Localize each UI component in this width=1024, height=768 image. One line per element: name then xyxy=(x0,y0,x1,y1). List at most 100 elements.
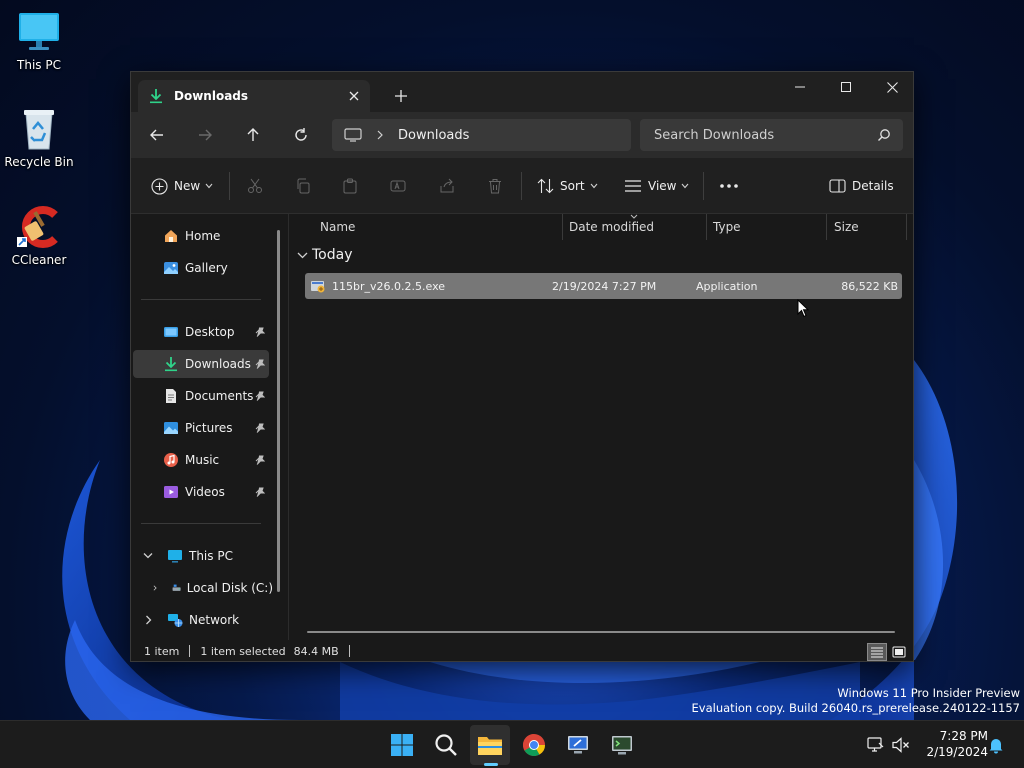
sidebar-item-local-disk[interactable]: Local Disk (C:) xyxy=(133,574,273,602)
taskbar-remote-desktop-button[interactable] xyxy=(558,725,598,765)
new-button[interactable]: New xyxy=(151,172,213,200)
copy-button[interactable] xyxy=(295,172,311,200)
chevron-down-icon[interactable] xyxy=(143,552,153,560)
details-pane-button[interactable]: Details xyxy=(829,172,894,200)
pictures-icon xyxy=(164,422,178,434)
pin-icon[interactable] xyxy=(255,359,265,369)
details-view-button[interactable] xyxy=(867,643,887,661)
column-header-name[interactable]: Name xyxy=(320,214,355,240)
rename-button[interactable] xyxy=(390,172,406,200)
paste-icon xyxy=(343,178,357,194)
desktop-icon-label: This PC xyxy=(17,58,61,72)
notification-button[interactable] xyxy=(986,735,1006,755)
cut-button[interactable] xyxy=(247,172,263,200)
desktop-icon-ccleaner[interactable]: CCleaner xyxy=(0,205,78,267)
column-header-size[interactable]: Size xyxy=(834,214,859,240)
clock-date: 2/19/2024 xyxy=(926,745,988,759)
search-box[interactable]: Search Downloads xyxy=(640,119,903,151)
more-options-button[interactable] xyxy=(719,172,739,200)
maximize-button[interactable] xyxy=(823,72,869,102)
minimize-icon xyxy=(795,86,805,88)
column-header-type[interactable]: Type xyxy=(713,214,741,240)
sidebar-item-videos[interactable]: Videos xyxy=(133,478,269,506)
column-divider[interactable] xyxy=(906,214,907,240)
taskbar-search-button[interactable] xyxy=(426,725,466,765)
status-bar: 1 item 1 item selected 84.4 MB xyxy=(131,640,913,662)
pin-icon[interactable] xyxy=(255,391,265,401)
details-view-icon xyxy=(871,647,883,658)
pin-icon[interactable] xyxy=(255,423,265,433)
start-button[interactable] xyxy=(382,725,422,765)
desktop-folder-icon xyxy=(164,327,178,337)
horizontal-scrollbar[interactable] xyxy=(307,631,895,633)
group-header-today[interactable]: Today xyxy=(297,247,353,263)
file-row[interactable]: 115br_v26.0.2.5.exe 2/19/2024 7:27 PM Ap… xyxy=(305,273,902,299)
evaluation-watermark: Windows 11 Pro Insider Preview Evaluatio… xyxy=(692,686,1020,716)
minimize-button[interactable] xyxy=(777,72,823,102)
sort-button[interactable]: Sort xyxy=(537,172,598,200)
breadcrumb-downloads[interactable]: Downloads xyxy=(398,128,469,143)
sidebar-item-label: Downloads xyxy=(185,357,251,371)
chevron-right-icon[interactable] xyxy=(153,583,158,593)
sidebar-item-pictures[interactable]: Pictures xyxy=(133,414,269,442)
documents-icon xyxy=(166,389,176,403)
watermark-line: Evaluation copy. Build 26040.rs_prerelea… xyxy=(691,701,1020,715)
desktop-icon-this-pc[interactable]: This PC xyxy=(0,10,78,72)
paste-button[interactable] xyxy=(342,172,358,200)
monitor-icon xyxy=(344,128,362,142)
tab-downloads[interactable]: Downloads xyxy=(138,80,370,112)
sidebar-item-label: Pictures xyxy=(185,421,233,435)
delete-button[interactable] xyxy=(487,172,503,200)
address-bar[interactable]: Downloads xyxy=(332,119,631,151)
sidebar-item-downloads[interactable]: Downloads xyxy=(133,350,269,378)
sidebar-item-home[interactable]: Home xyxy=(133,222,269,250)
sidebar-item-gallery[interactable]: Gallery xyxy=(133,254,269,282)
taskbar-file-explorer-button[interactable] xyxy=(470,725,510,765)
search-icon xyxy=(878,129,890,141)
column-divider[interactable] xyxy=(706,214,707,240)
command-divider xyxy=(521,172,522,200)
pin-icon[interactable] xyxy=(255,487,265,497)
tiles-view-button[interactable] xyxy=(889,643,909,661)
sidebar-scrollbar[interactable] xyxy=(277,230,280,592)
navigation-bar: Downloads Search Downloads xyxy=(131,112,913,158)
sidebar-item-this-pc[interactable]: This PC xyxy=(133,542,269,570)
pin-icon[interactable] xyxy=(255,455,265,465)
pin-icon[interactable] xyxy=(255,327,265,337)
column-divider[interactable] xyxy=(826,214,827,240)
title-bar: Downloads xyxy=(131,72,913,112)
new-tab-button[interactable] xyxy=(387,84,415,108)
tray-volume[interactable] xyxy=(891,735,911,755)
close-window-button[interactable] xyxy=(869,72,915,102)
sidebar-item-network[interactable]: Network xyxy=(133,606,269,634)
sidebar-item-documents[interactable]: Documents xyxy=(133,382,269,410)
desktop-icon-recycle-bin[interactable]: Recycle Bin xyxy=(0,107,78,169)
installer-file-icon xyxy=(311,281,325,293)
sidebar-item-music[interactable]: Music xyxy=(133,446,269,474)
tiles-view-icon xyxy=(892,646,906,658)
view-lines-icon xyxy=(625,180,641,192)
gallery-icon xyxy=(164,262,178,274)
chevron-right-icon[interactable] xyxy=(145,615,153,625)
view-button[interactable]: View xyxy=(624,172,689,200)
up-button[interactable] xyxy=(238,122,268,148)
sidebar-item-desktop[interactable]: Desktop xyxy=(133,318,269,346)
taskbar-clock[interactable]: 7:28 PM 2/19/2024 xyxy=(920,728,988,760)
remote-desktop-icon xyxy=(568,736,588,754)
taskbar-terminal-button[interactable] xyxy=(602,725,642,765)
tray-network-display[interactable] xyxy=(866,735,886,755)
back-button[interactable] xyxy=(142,122,172,148)
column-header-date-modified[interactable]: Date modified xyxy=(569,214,654,240)
sidebar-item-label: Documents xyxy=(185,389,254,403)
view-label: View xyxy=(648,179,677,193)
refresh-button[interactable] xyxy=(286,122,316,148)
selection-size: 84.4 MB xyxy=(293,644,339,658)
forward-button[interactable] xyxy=(190,122,220,148)
watermark-line: Windows 11 Pro Insider Preview xyxy=(837,686,1020,700)
taskbar-chrome-button[interactable] xyxy=(514,725,554,765)
rename-icon xyxy=(390,180,406,192)
tab-title: Downloads xyxy=(174,89,249,103)
close-tab-button[interactable] xyxy=(342,84,366,108)
share-button[interactable] xyxy=(439,172,455,200)
column-divider[interactable] xyxy=(562,214,563,240)
